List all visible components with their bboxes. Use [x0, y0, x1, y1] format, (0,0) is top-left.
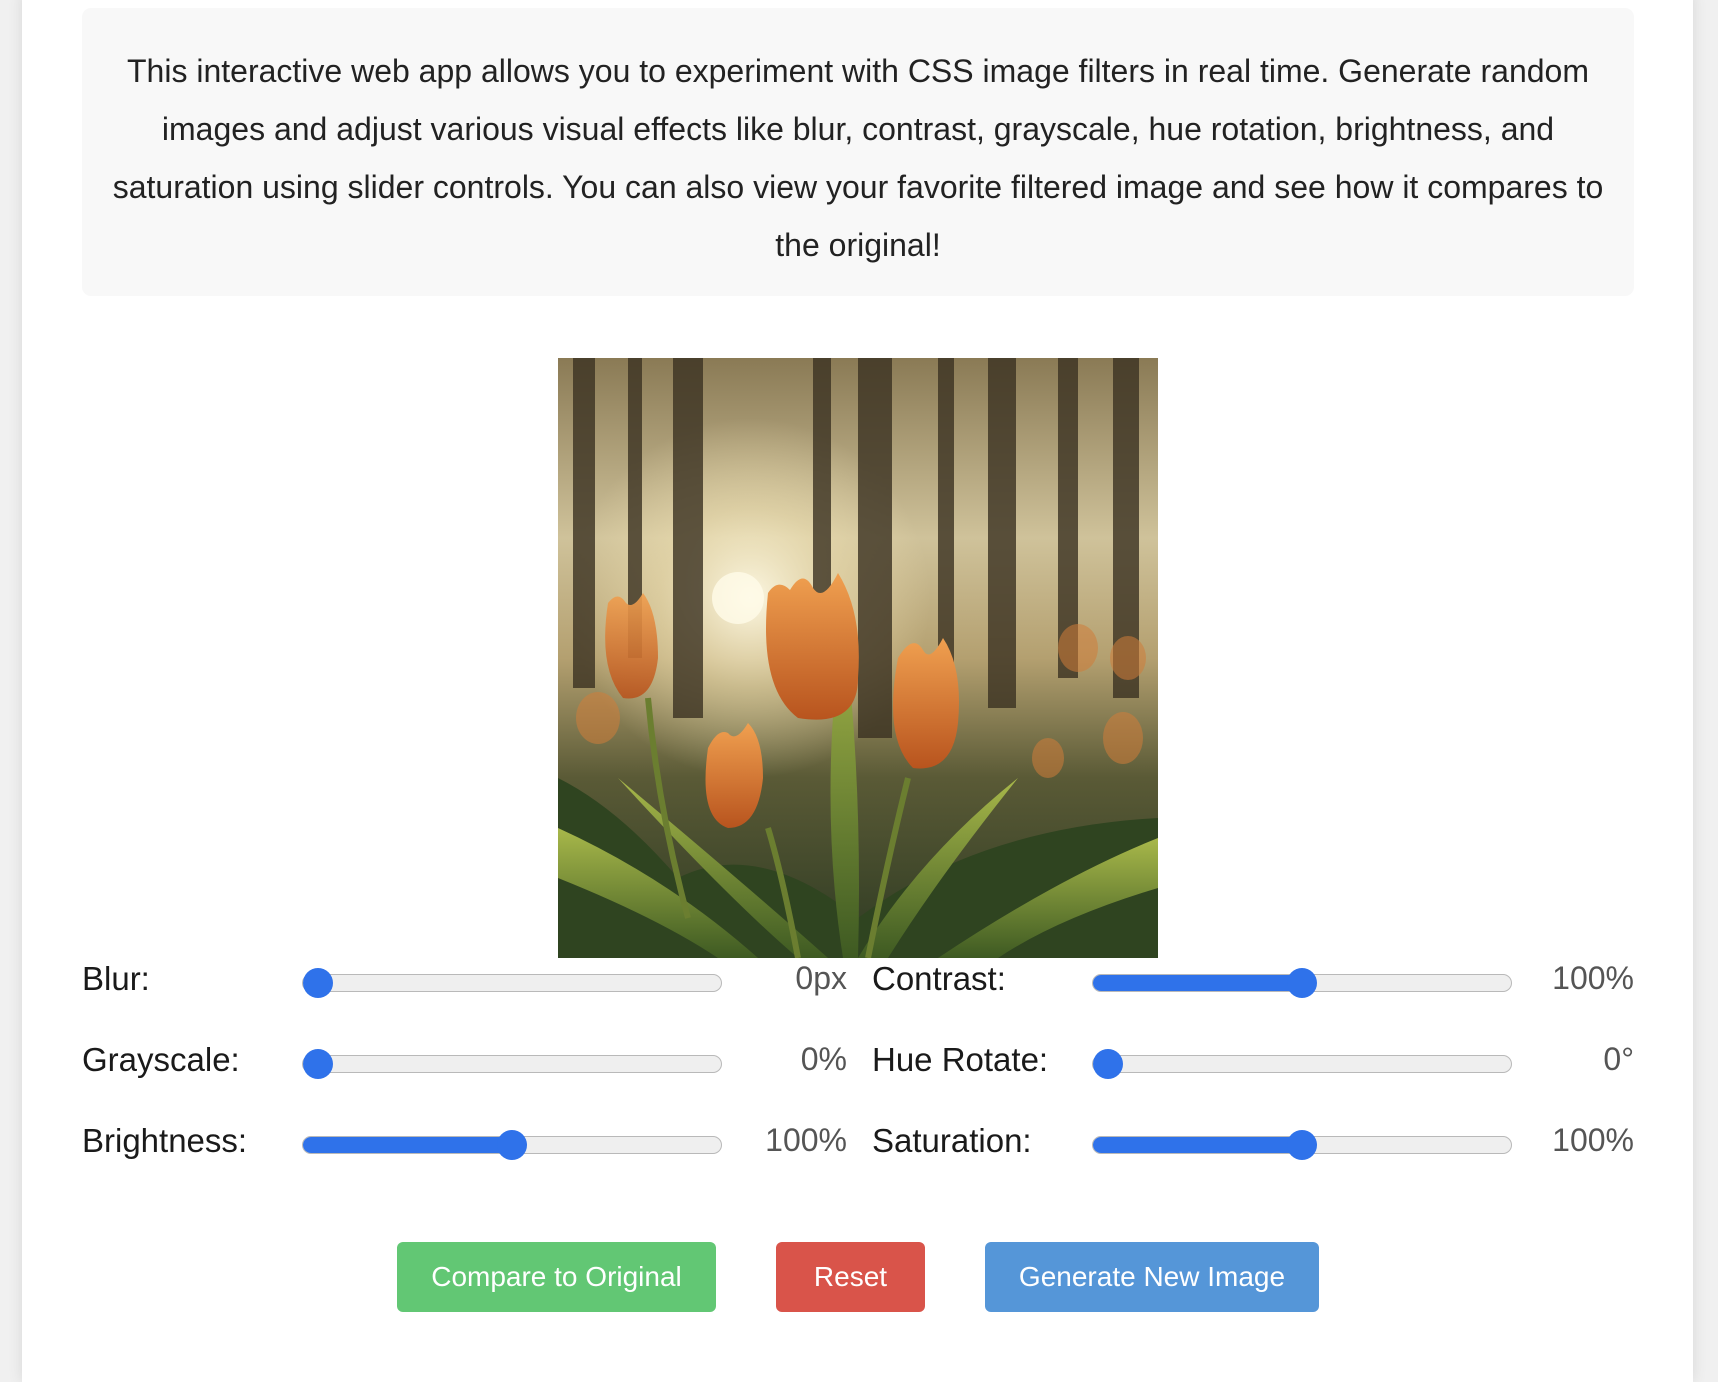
generate-new-image-button[interactable]: Generate New Image [985, 1242, 1319, 1312]
blur-label: Blur: [82, 960, 150, 997]
blur-value: 0px [795, 960, 847, 996]
brightness-slider-fill [303, 1137, 512, 1153]
hue-rotate-control: Hue Rotate: 0° [872, 1031, 1634, 1095]
blur-slider-thumb[interactable] [303, 968, 333, 998]
filtered-image [558, 358, 1158, 958]
grayscale-control: Grayscale: 0% [82, 1031, 847, 1095]
hue-rotate-slider[interactable] [1092, 1049, 1512, 1079]
saturation-slider-thumb[interactable] [1287, 1130, 1317, 1160]
saturation-value: 100% [1552, 1122, 1634, 1158]
grayscale-slider-thumb[interactable] [303, 1049, 333, 1079]
brightness-slider-thumb[interactable] [497, 1130, 527, 1160]
grayscale-value: 0% [800, 1041, 847, 1077]
brightness-label: Brightness: [82, 1122, 248, 1159]
brightness-control: Brightness: 100% [82, 1112, 847, 1176]
contrast-slider-fill [1093, 975, 1302, 991]
contrast-control: Contrast: 100% [872, 950, 1634, 1014]
reset-button[interactable]: Reset [776, 1242, 925, 1312]
app-description: This interactive web app allows you to e… [82, 8, 1634, 296]
contrast-value: 100% [1552, 960, 1634, 996]
grayscale-slider[interactable] [302, 1049, 722, 1079]
grayscale-label: Grayscale: [82, 1041, 240, 1078]
blur-slider[interactable] [302, 968, 722, 998]
saturation-label: Saturation: [872, 1122, 1032, 1159]
hue-rotate-slider-thumb[interactable] [1093, 1049, 1123, 1079]
contrast-slider[interactable] [1092, 968, 1512, 998]
saturation-slider-fill [1093, 1137, 1302, 1153]
hue-rotate-value: 0° [1603, 1041, 1634, 1077]
contrast-label: Contrast: [872, 960, 1006, 997]
blur-control: Blur: 0px [82, 950, 847, 1014]
brightness-slider[interactable] [302, 1130, 722, 1160]
tulip-photo-illustration [558, 358, 1158, 958]
contrast-slider-thumb[interactable] [1287, 968, 1317, 998]
saturation-control: Saturation: 100% [872, 1112, 1634, 1176]
description-text: This interactive web app allows you to e… [112, 53, 1604, 263]
brightness-value: 100% [765, 1122, 847, 1158]
compare-to-original-button[interactable]: Compare to Original [397, 1242, 716, 1312]
saturation-slider[interactable] [1092, 1130, 1512, 1160]
hue-rotate-label: Hue Rotate: [872, 1041, 1049, 1078]
